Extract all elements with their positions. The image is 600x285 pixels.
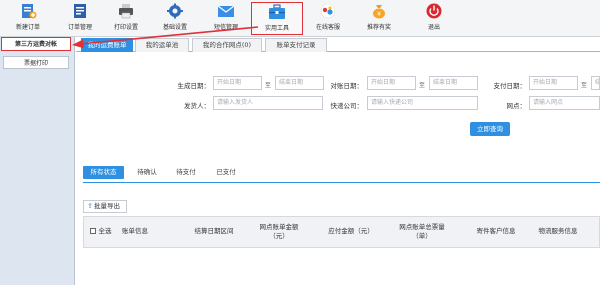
export-icon: ⇪ xyxy=(87,202,93,210)
table-header: 全选 账单信息 结算日期区间 网点账单金额（元） 应付金额（元） 网点账单总票量… xyxy=(83,216,600,248)
left-item-receipt-print[interactable]: 票据打印 xyxy=(3,56,69,69)
outlet-input[interactable]: 请输入网点 xyxy=(529,96,600,110)
sender-label: 发货人： xyxy=(184,102,210,110)
toolbar-label: 短信管理 xyxy=(213,24,238,31)
toolbox-icon xyxy=(269,4,285,19)
select-all-checkbox[interactable] xyxy=(90,228,96,234)
status-underline xyxy=(83,182,600,183)
column-outlet-bill-count: 网点账单总票量（单） xyxy=(399,223,445,240)
toolbar-referral-reward[interactable]: ¥ 推荐有奖 xyxy=(353,2,405,35)
tab-my-partner-outlets[interactable]: 我的合作网点(0) xyxy=(192,38,262,52)
batch-export-button[interactable]: ⇪批量导出 xyxy=(83,200,127,213)
select-all-label: 全选 xyxy=(98,227,112,235)
toolbar-label: 打印设置 xyxy=(113,24,138,31)
printer-icon xyxy=(119,4,133,19)
main-toolbar: 新建订单 订单管理 打印设置 基础设置 短信管理 实用工具 在线客服 ¥ 推荐有… xyxy=(0,0,600,37)
toolbar-print-settings[interactable]: 打印设置 xyxy=(100,2,152,35)
pay-date-label: 支付日期： xyxy=(493,82,527,90)
toolbar-utility-tools[interactable]: 实用工具 xyxy=(251,2,303,35)
toolbar-new-order[interactable]: 新建订单 xyxy=(2,2,54,35)
check-date-to: 至 xyxy=(419,82,426,89)
toolbar-online-service[interactable]: 在线客服 xyxy=(302,2,354,35)
tab-bill-payment-records[interactable]: 账单支付记录 xyxy=(265,38,327,52)
status-to-confirm[interactable]: 待确认 xyxy=(129,166,165,179)
money-bag-icon: ¥ xyxy=(373,5,385,19)
status-paid[interactable]: 已支付 xyxy=(208,166,244,179)
pay-date-to: 至 xyxy=(581,82,588,89)
check-date-start-input[interactable]: 开始日期 xyxy=(367,76,416,90)
gen-date-start-input[interactable]: 开始日期 xyxy=(213,76,262,90)
column-bill-info: 账单信息 xyxy=(122,227,148,235)
express-company-input[interactable]: 请输入快递公司 xyxy=(367,96,478,110)
column-sender-customer-info: 寄件客户信息 xyxy=(476,227,516,235)
pay-date-start-input[interactable]: 开始日期 xyxy=(529,76,578,90)
column-logistics-service-info: 物流服务信息 xyxy=(538,227,578,235)
column-payable-amount: 应付金额（元） xyxy=(328,227,374,235)
toolbar-label: 实用工具 xyxy=(264,25,289,32)
svg-text:¥: ¥ xyxy=(377,11,381,18)
tab-my-freight-bill[interactable]: 我的运费账单 xyxy=(81,38,133,52)
status-all[interactable]: 所有状态 xyxy=(83,166,124,179)
check-date-end-input[interactable]: 结束日期 xyxy=(429,76,478,90)
column-outlet-bill-amount: 网点账单金额（元） xyxy=(259,223,299,240)
status-to-pay[interactable]: 待支付 xyxy=(168,166,204,179)
check-date-label: 对账日期： xyxy=(330,82,364,90)
power-icon xyxy=(426,3,442,19)
sender-input[interactable]: 请输入发货人 xyxy=(213,96,323,110)
toolbar-sms-manage[interactable]: 短信管理 xyxy=(200,2,252,35)
toolbar-basic-settings[interactable]: 基础设置 xyxy=(149,2,201,35)
pay-date-end-input[interactable]: 结束日期 xyxy=(591,76,600,90)
gen-date-to: 至 xyxy=(265,82,272,89)
toolbar-exit[interactable]: 退出 xyxy=(408,2,460,35)
new-order-icon xyxy=(22,4,37,19)
order-manage-icon xyxy=(74,4,86,18)
gen-date-label: 生成日期： xyxy=(177,82,211,90)
tab-strip: 我的运费账单 我的运单池 我的合作网点(0) 账单支付记录 xyxy=(76,37,600,52)
query-button[interactable]: 立即查询 xyxy=(470,122,510,136)
tab-my-waybill-pool[interactable]: 我的运单池 xyxy=(135,38,189,52)
toolbar-order-manage[interactable]: 订单管理 xyxy=(54,2,106,35)
outlet-label: 网点： xyxy=(506,102,527,110)
chat-icon xyxy=(320,3,336,19)
toolbar-label: 在线客服 xyxy=(315,24,340,31)
toolbar-label: 新建订单 xyxy=(15,24,40,31)
gen-date-end-input[interactable]: 结束日期 xyxy=(275,76,324,90)
toolbar-label: 退出 xyxy=(427,24,440,31)
left-panel: 第三方运费对帐 票据打印 xyxy=(0,37,75,285)
left-item-third-party-freight[interactable]: 第三方运费对帐 xyxy=(1,37,71,51)
toolbar-label: 基础设置 xyxy=(162,24,187,31)
batch-export-label: 批量导出 xyxy=(94,202,120,210)
column-settle-date-range: 结算日期区间 xyxy=(194,227,234,235)
toolbar-label: 推荐有奖 xyxy=(366,24,391,31)
express-company-label: 快递公司： xyxy=(330,102,364,110)
gear-icon xyxy=(167,3,183,19)
toolbar-label: 订单管理 xyxy=(67,24,92,31)
envelope-icon xyxy=(217,5,235,17)
